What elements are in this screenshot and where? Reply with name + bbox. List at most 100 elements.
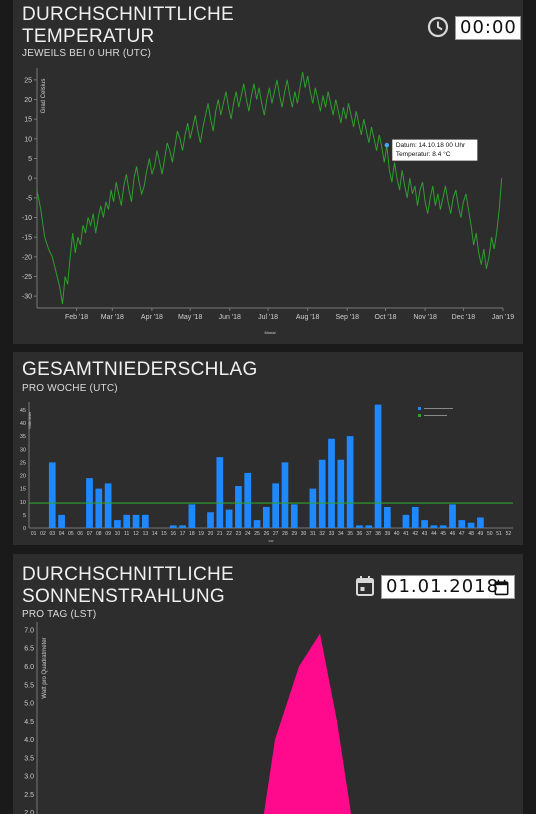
temperature-y-tick-label: -5 — [26, 195, 32, 202]
precipitation-x-tick-label: 32 — [319, 531, 325, 537]
precipitation-x-tick-label: 51 — [496, 531, 502, 537]
precipitation-x-tick-label: 37 — [366, 531, 372, 537]
precipitation-x-tick-label: 33 — [329, 531, 335, 537]
calendar-icon — [356, 576, 374, 596]
radiation-y-tick-label: 3.5 — [24, 755, 34, 762]
precipitation-bar — [48, 462, 56, 528]
radiation-y-tick-label: 7.0 — [24, 627, 34, 634]
temperature-x-axis-label: Monat — [264, 330, 276, 335]
precipitation-bar — [290, 504, 298, 528]
clock-icon — [427, 16, 449, 38]
precipitation-x-tick-label: 17 — [180, 531, 186, 537]
precipitation-x-tick-label: 26 — [264, 531, 270, 537]
precipitation-bar — [365, 525, 373, 528]
temperature-y-tick-label: 15 — [24, 117, 32, 124]
precipitation-x-tick-label: 20 — [208, 531, 214, 537]
precipitation-x-tick-label: 39 — [385, 531, 391, 537]
temperature-x-tick-label: Sep '18 — [335, 314, 359, 321]
precipitation-x-tick-label: 45 — [440, 531, 446, 537]
precipitation-bar — [337, 459, 345, 528]
precipitation-x-tick-label: 27 — [273, 531, 279, 537]
precipitation-x-tick-label: 29 — [291, 531, 297, 537]
temperature-x-tick-label: Oct '18 — [375, 314, 397, 321]
precipitation-x-tick-label: 16 — [170, 531, 176, 537]
tooltip-temperature: Temperatur: 8.4 °C — [396, 150, 451, 158]
precipitation-x-tick-label: 36 — [357, 531, 363, 537]
precipitation-x-tick-label: 28 — [282, 531, 288, 537]
precipitation-x-tick-label: 12 — [133, 531, 139, 537]
radiation-y-tick-label: 2.0 — [24, 810, 34, 814]
precipitation-bar — [272, 483, 280, 528]
precipitation-x-tick-label: 03 — [49, 531, 55, 537]
precipitation-bar — [104, 483, 112, 528]
radiation-panel: DURCHSCHNITTLICHE SONNENSTRAHLUNG PRO TA… — [13, 554, 523, 814]
precipitation-x-tick-label: 05 — [68, 531, 74, 537]
precipitation-bar — [132, 514, 140, 528]
precipitation-x-tick-label: 02 — [40, 531, 46, 537]
temperature-y-tick-label: 5 — [28, 156, 32, 163]
precipitation-x-tick-label: 41 — [403, 531, 409, 537]
date-input-value: 01.01.2018 — [386, 576, 500, 597]
date-input[interactable]: 01.01.2018 — [381, 575, 515, 599]
precipitation-x-tick-label: 31 — [310, 531, 316, 537]
precipitation-bar — [216, 457, 224, 528]
precipitation-bar — [123, 514, 131, 528]
radiation-y-axis-label: Watt pro Quadratmeter — [42, 637, 48, 698]
precipitation-x-tick-label: 44 — [431, 531, 437, 537]
temperature-chart: 25 20 15 10 5 0 -5 -10 -15 -20 -25 -30 Feb '18 Mar '1… — [22, 68, 514, 335]
precipitation-bar — [58, 514, 65, 528]
precipitation-bar — [318, 459, 326, 528]
precipitation-y-tick-label: 40 — [20, 421, 26, 427]
precipitation-bar — [141, 514, 149, 528]
precipitation-x-tick-label: 22 — [226, 531, 232, 537]
radiation-y-tick-label: 3.0 — [24, 774, 34, 781]
time-input[interactable]: 00:00 — [455, 16, 521, 40]
precipitation-y-tick-label: 30 — [20, 447, 26, 453]
precipitation-bar — [402, 514, 410, 528]
radiation-subtitle: PRO TAG (LST) — [22, 609, 97, 620]
precipitation-x-tick-label: 18 — [189, 531, 195, 537]
temperature-hover-point — [384, 142, 390, 148]
precipitation-y-tick-label: 10 — [20, 500, 26, 506]
precipitation-x-tick-label: 46 — [450, 531, 456, 537]
precipitation-bar — [188, 504, 196, 528]
radiation-area — [263, 633, 352, 814]
legend-marker-precipitation — [418, 407, 421, 410]
tooltip-date: Datum: 14.10.18 00 Uhr — [396, 142, 466, 149]
temperature-y-tick-label: -30 — [22, 294, 32, 301]
precipitation-x-tick-label: 15 — [161, 531, 167, 537]
temperature-tooltip: Datum: 14.10.18 00 UhrTemperatur: 8.4 °C — [391, 138, 479, 162]
radiation-y-tick-label: 2.5 — [24, 792, 34, 799]
temperature-y-tick-label: 0 — [28, 176, 32, 183]
precipitation-x-tick-label: 23 — [236, 531, 242, 537]
temperature-x-tick-label: Feb '18 — [65, 314, 88, 321]
precipitation-y-axis-label: Millimeter — [27, 411, 32, 429]
precipitation-bar — [114, 520, 121, 528]
temperature-panel: DURCHSCHNITTLICHE TEMPERATUR JEWEILS BEI… — [13, 0, 523, 344]
precipitation-x-tick-label: 42 — [412, 531, 418, 537]
precipitation-x-tick-label: 13 — [143, 531, 149, 537]
precipitation-x-tick-label: 07 — [87, 531, 93, 537]
precipitation-x-tick-label: 06 — [77, 531, 83, 537]
radiation-chart: 7.0 6.5 6.0 5.5 5.0 4.5 4.0 3.5 3.0 2.5 2.0 Watt pr… — [24, 622, 352, 814]
temperature-y-tick-label: 10 — [24, 136, 32, 143]
precipitation-x-tick-label: 50 — [487, 531, 493, 537]
precipitation-panel: GESAMTNIEDERSCHLAG PRO WOCHE (UTC) 0 5 10 1… — [13, 352, 523, 545]
precipitation-x-tick-label: 40 — [394, 531, 400, 537]
precipitation-bar — [179, 525, 186, 528]
precipitation-x-tick-label: 25 — [254, 531, 260, 537]
temperature-x-tick-label: Jun '18 — [219, 314, 241, 321]
radiation-y-tick-label: 5.5 — [24, 682, 34, 689]
precipitation-x-tick-label: 19 — [198, 531, 204, 537]
precipitation-bar — [207, 512, 214, 528]
precipitation-x-tick-label: 14 — [152, 531, 158, 537]
temperature-y-tick-label: 25 — [24, 77, 32, 84]
precipitation-y-tick-label: 5 — [23, 513, 26, 519]
temperature-x-tick-label: Dec '18 — [452, 314, 476, 321]
precipitation-bar — [281, 462, 289, 528]
precipitation-bar — [235, 486, 242, 528]
precipitation-bar — [411, 507, 419, 528]
calendar-picker-icon[interactable] — [493, 579, 510, 596]
radiation-y-tick-label: 4.5 — [24, 719, 34, 726]
precipitation-x-tick-label: 43 — [422, 531, 428, 537]
